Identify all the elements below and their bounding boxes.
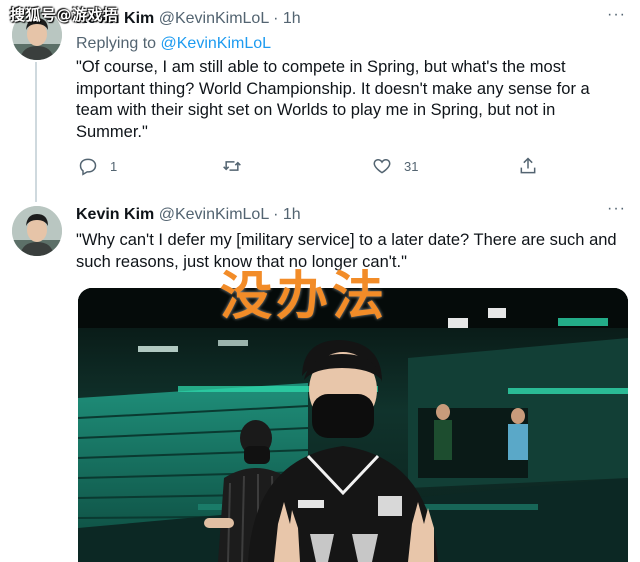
retweet-button[interactable] — [222, 156, 254, 176]
replying-to: Replying to @KevinKimLoL — [76, 35, 271, 53]
separator-dot: · — [273, 10, 279, 27]
like-count: 31 — [404, 158, 419, 174]
thread-connector — [35, 62, 37, 202]
tweet-reply[interactable]: Kevin Kim @KevinKimLoL · 1h ··· Replying… — [0, 0, 640, 202]
more-options-icon[interactable]: ··· — [607, 6, 626, 24]
overlay-caption: 没办法 — [220, 267, 389, 327]
tweet-photo[interactable] — [78, 288, 628, 562]
author-handle[interactable]: @KevinKimLoL — [159, 206, 269, 223]
tweet-actions: 1 31 — [76, 156, 546, 180]
author-handle[interactable]: @KevinKimLoL — [159, 10, 269, 27]
avatar[interactable] — [12, 206, 62, 256]
tweet-header: Kevin Kim @KevinKimLoL · 1h — [76, 206, 301, 224]
tweet-text: "Of course, I am still able to compete i… — [76, 58, 590, 141]
more-options-icon[interactable]: ··· — [607, 200, 626, 218]
watermark: 搜狐号@游戏捂 — [10, 6, 119, 24]
reply-count: 1 — [110, 158, 118, 174]
share-button[interactable] — [518, 156, 538, 176]
heart-icon — [373, 158, 391, 174]
replying-to-mention[interactable]: @KevinKimLoL — [161, 35, 272, 52]
author-name[interactable]: Kevin Kim — [76, 206, 154, 223]
timestamp[interactable]: 1h — [283, 10, 301, 27]
like-button[interactable]: 31 — [372, 156, 418, 176]
separator-dot: · — [273, 206, 279, 223]
replying-to-label: Replying to — [76, 35, 157, 52]
reply-icon — [79, 158, 97, 176]
retweet-icon — [223, 161, 241, 171]
share-icon — [520, 157, 536, 174]
timestamp[interactable]: 1h — [283, 206, 301, 223]
reply-button[interactable]: 1 — [78, 156, 117, 176]
